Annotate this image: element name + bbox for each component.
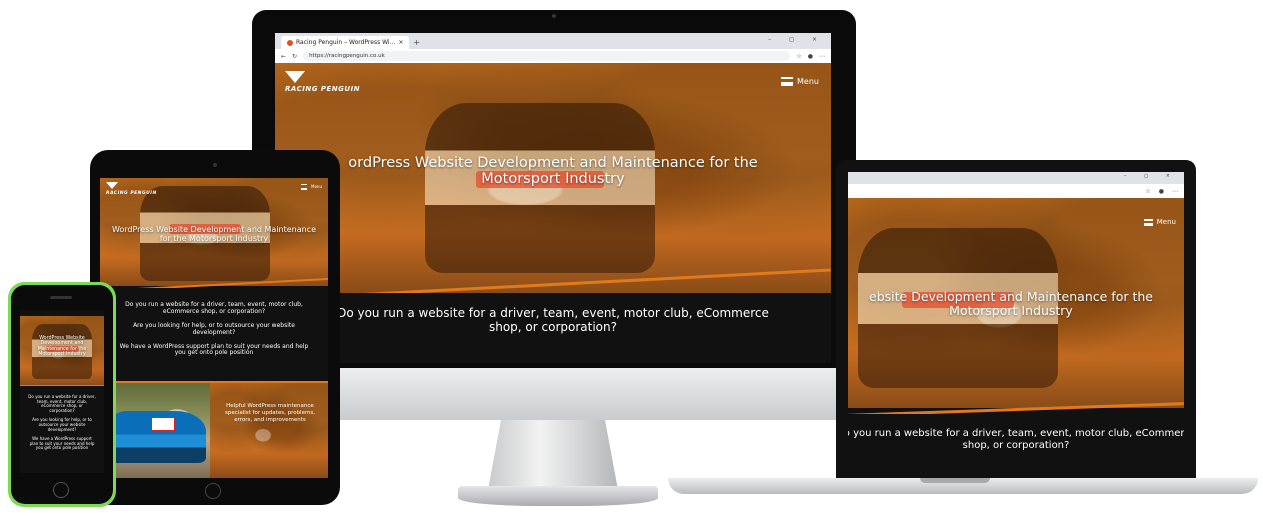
tablet-rally-photo bbox=[100, 383, 210, 478]
laptop-more-icon[interactable]: ⋯ bbox=[1172, 188, 1178, 195]
hero-section: RACING PENGUIN Menu ordPress Website Dev… bbox=[275, 63, 831, 293]
imac-screen: Racing Penguin – WordPress Wi... × + – ◻… bbox=[275, 33, 831, 363]
tablet-support-plan: We have a WordPress support plan to suit… bbox=[119, 342, 309, 357]
laptop-intro-line1: Do you run a website for a driver, team,… bbox=[848, 428, 1184, 439]
window-controls[interactable]: – ◻ × bbox=[768, 36, 825, 43]
phone-screen: WordPress Website Development and Mainte… bbox=[20, 310, 104, 473]
browser-tab[interactable]: Racing Penguin – WordPress Wi... × bbox=[281, 36, 410, 49]
tablet-menu-button[interactable]: Menu bbox=[301, 184, 322, 190]
phone-home-button[interactable] bbox=[53, 482, 69, 498]
intro-band: Do you run a website for a driver, team,… bbox=[275, 293, 831, 363]
tablet-hamburger-icon bbox=[301, 184, 308, 190]
laptop-address-row: ☆ ● ⋯ bbox=[848, 184, 1184, 198]
laptop-menu-label: Menu bbox=[1156, 218, 1176, 226]
tablet-home-button[interactable] bbox=[205, 483, 221, 499]
laptop-intro-band: Do you run a website for a driver, team,… bbox=[848, 414, 1184, 472]
tablet-menu-label: Menu bbox=[311, 184, 322, 189]
menu-button[interactable]: Menu bbox=[781, 77, 819, 86]
more-icon[interactable]: ⋯ bbox=[819, 53, 825, 60]
penguin-logo-icon bbox=[285, 71, 305, 83]
imac-camera bbox=[552, 14, 556, 18]
hero-title: ordPress Website Development and Mainten… bbox=[275, 155, 831, 187]
browser-tab-title: Racing Penguin – WordPress Wi... bbox=[296, 39, 396, 46]
address-bar[interactable]: https://racingpenguin.co.uk bbox=[303, 51, 791, 61]
tablet-camera bbox=[213, 163, 217, 167]
tablet-help-question: Are you looking for help, or to outsourc… bbox=[133, 321, 295, 336]
tablet-maintenance-blurb: Helpful WordPress maintenance specialist… bbox=[225, 403, 315, 423]
browser-tab-row: Racing Penguin – WordPress Wi... × + – ◻… bbox=[275, 33, 831, 49]
tablet-maintenance-panel: Helpful WordPress maintenance specialist… bbox=[210, 383, 328, 478]
laptop-notch bbox=[920, 478, 990, 483]
laptop-hero-title-line1: ebsite Development and Maintenance for t… bbox=[869, 289, 1153, 304]
phone-support-plan: We have a WordPress support plan to suit… bbox=[29, 436, 95, 451]
tab-close-icon[interactable]: × bbox=[398, 39, 403, 46]
laptop-menu-button[interactable]: Menu bbox=[1143, 218, 1176, 226]
phone-hero-title-text: WordPress Website Development and Mainte… bbox=[37, 336, 87, 358]
phone-hero-section: WordPress Website Development and Mainte… bbox=[20, 316, 104, 386]
imac-chin bbox=[252, 368, 856, 420]
laptop-tab-row: – ◻ × bbox=[848, 172, 1184, 184]
laptop-screen: – ◻ × ☆ ● ⋯ Menu ebsite Development and … bbox=[848, 172, 1184, 472]
laptop-profile-icon[interactable]: ● bbox=[1159, 188, 1164, 195]
tablet-screen: RACING PENGUIN Menu WordPress Website De… bbox=[100, 178, 328, 478]
phone-help-question: Are you looking for help, or to outsourc… bbox=[32, 417, 92, 432]
hamburger-icon bbox=[781, 77, 794, 86]
phone-hero-title: WordPress Website Development and Mainte… bbox=[20, 336, 104, 357]
intro-line2: shop, or corporation? bbox=[488, 319, 617, 334]
new-tab-button[interactable]: + bbox=[413, 38, 420, 47]
imac-stand bbox=[488, 420, 618, 490]
tablet-intro-band: Do you run a website for a driver, team,… bbox=[100, 288, 328, 383]
imac-stand-foot bbox=[458, 486, 658, 506]
laptop-intro-question: Do you run a website for a driver, team,… bbox=[848, 428, 1184, 451]
tablet-intro-text: Do you run a website for a driver, team,… bbox=[100, 301, 328, 357]
laptop-star-icon[interactable]: ☆ bbox=[1145, 188, 1150, 195]
favicon-icon bbox=[287, 39, 293, 46]
profile-icon[interactable]: ● bbox=[808, 53, 813, 60]
tablet-brand-name: RACING PENGUIN bbox=[106, 191, 157, 196]
laptop-browser-chrome: – ◻ × ☆ ● ⋯ bbox=[848, 172, 1184, 198]
laptop-hero-title: ebsite Development and Maintenance for t… bbox=[848, 290, 1184, 318]
tablet-site-logo[interactable]: RACING PENGUIN bbox=[106, 182, 157, 196]
hero-title-line1: ordPress Website Development and Mainten… bbox=[348, 155, 758, 171]
laptop-hamburger-icon bbox=[1143, 218, 1153, 226]
url-text: https://racingpenguin.co.uk bbox=[309, 53, 385, 59]
phone-accent-swoosh bbox=[20, 385, 104, 386]
browser-chrome: Racing Penguin – WordPress Wi... × + – ◻… bbox=[275, 33, 831, 64]
phone-intro-question: Do you run a website for a driver, team,… bbox=[28, 394, 96, 413]
laptop-hero-title-line2: Motorsport Industry bbox=[949, 303, 1073, 318]
blue-rally-car-image bbox=[106, 411, 206, 463]
laptop-hero-section: Menu ebsite Development and Maintenance … bbox=[848, 198, 1184, 408]
phone-intro-text: Do you run a website for a driver, team,… bbox=[20, 394, 104, 451]
rally-car-image bbox=[425, 103, 655, 273]
intro-line1: Do you run a website for a driver, team,… bbox=[337, 306, 769, 320]
laptop-window-controls[interactable]: – ◻ × bbox=[1124, 173, 1178, 179]
tablet-intro-question: Do you run a website for a driver, team,… bbox=[125, 301, 303, 315]
hero-title-line2: Motorsport Industry bbox=[481, 171, 625, 188]
intro-question: Do you run a website for a driver, team,… bbox=[275, 306, 831, 335]
back-icon[interactable]: ← bbox=[281, 53, 286, 60]
laptop-intro-line2: shop, or corporation? bbox=[962, 439, 1070, 451]
tablet-hero-title-line2: for the Motorsport Industry bbox=[159, 233, 269, 243]
phone-intro-band: Do you run a website for a driver, team,… bbox=[20, 387, 104, 473]
tablet-hero-title: WordPress Website Development and Mainte… bbox=[100, 225, 328, 244]
brand-name: RACING PENGUIN bbox=[285, 85, 361, 93]
refresh-icon[interactable]: ↻ bbox=[292, 53, 297, 60]
menu-label: Menu bbox=[797, 77, 819, 86]
star-icon[interactable]: ☆ bbox=[796, 53, 801, 60]
address-row: ← ↻ https://racingpenguin.co.uk ☆ ● ⋯ bbox=[275, 49, 831, 63]
site-logo[interactable]: RACING PENGUIN bbox=[285, 71, 360, 93]
tablet-hero-section: RACING PENGUIN Menu WordPress Website De… bbox=[100, 178, 328, 286]
tablet-penguin-logo-icon bbox=[106, 182, 118, 189]
phone-speaker bbox=[50, 296, 72, 299]
